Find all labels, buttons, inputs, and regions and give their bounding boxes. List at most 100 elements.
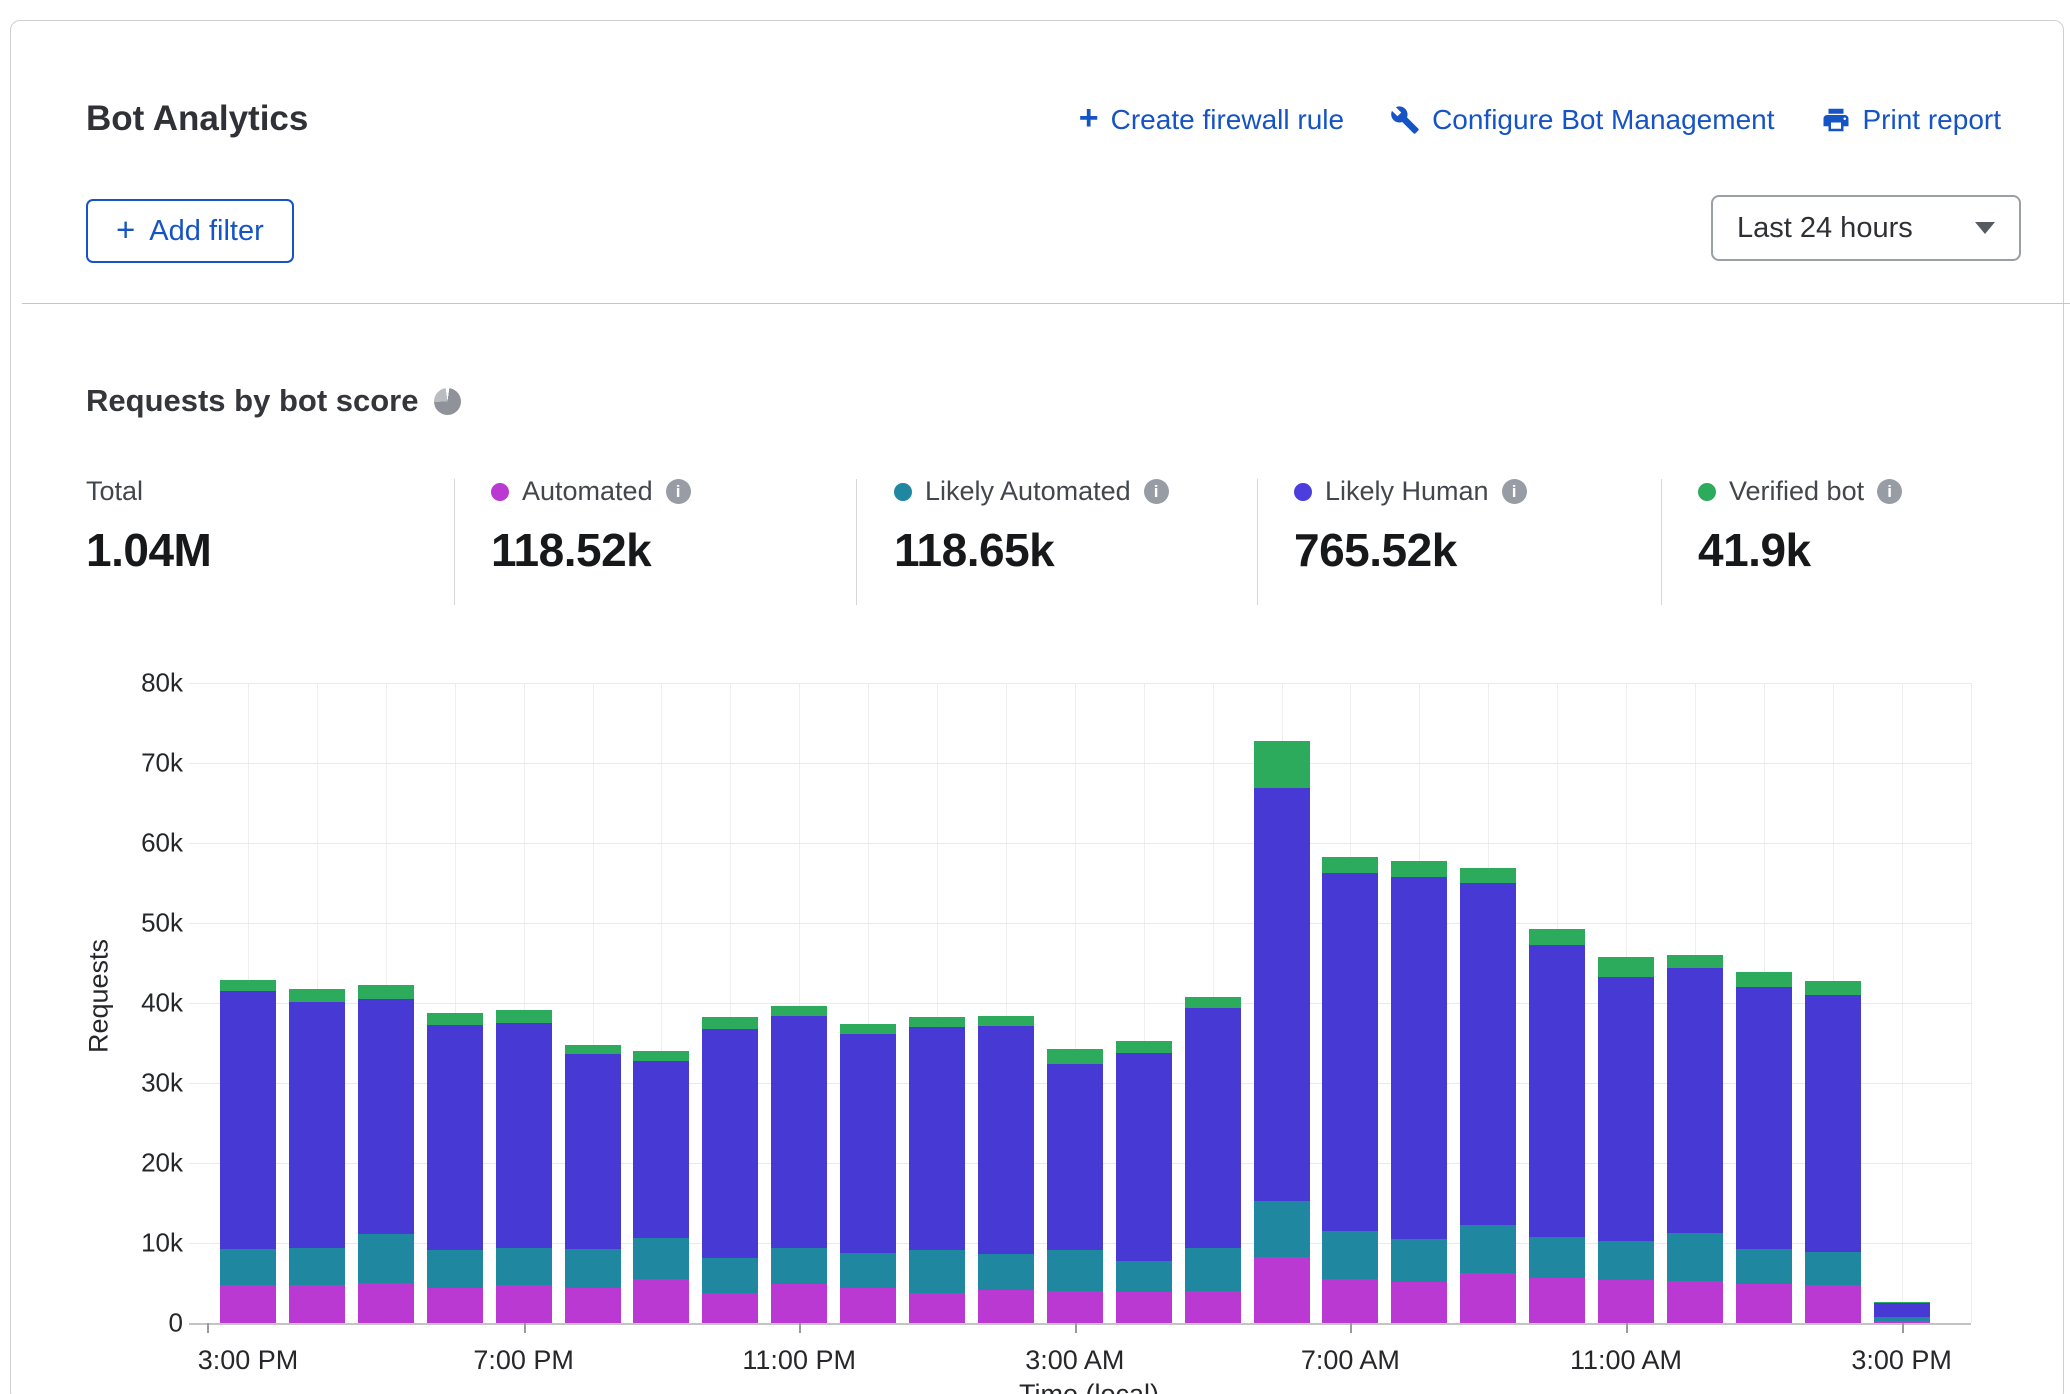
bar-segment-likely-automated[interactable] xyxy=(1047,1250,1103,1291)
bar-segment-verified-bot[interactable] xyxy=(1598,957,1654,978)
info-icon[interactable]: i xyxy=(666,479,691,504)
bar-segment-verified-bot[interactable] xyxy=(1116,1041,1172,1053)
bar-segment-automated[interactable] xyxy=(1598,1280,1654,1323)
bar-segment-likely-human[interactable] xyxy=(1874,1303,1930,1317)
bar-segment-likely-automated[interactable] xyxy=(1185,1248,1241,1291)
bar-segment-automated[interactable] xyxy=(1047,1291,1103,1323)
bar-segment-automated[interactable] xyxy=(1116,1292,1172,1323)
bar-segment-likely-automated[interactable] xyxy=(358,1234,414,1283)
bar-segment-verified-bot[interactable] xyxy=(1391,861,1447,877)
bar-segment-likely-human[interactable] xyxy=(220,991,276,1249)
bar-segment-verified-bot[interactable] xyxy=(633,1051,689,1061)
bar-segment-verified-bot[interactable] xyxy=(771,1006,827,1016)
bar-segment-automated[interactable] xyxy=(702,1293,758,1323)
bar-segment-likely-automated[interactable] xyxy=(427,1250,483,1288)
bar-segment-automated[interactable] xyxy=(1185,1291,1241,1323)
bar-segment-verified-bot[interactable] xyxy=(427,1013,483,1025)
info-icon[interactable]: i xyxy=(1144,479,1169,504)
bar-segment-likely-automated[interactable] xyxy=(1529,1237,1585,1278)
bar-segment-automated[interactable] xyxy=(427,1288,483,1323)
bar-segment-likely-automated[interactable] xyxy=(289,1248,345,1286)
bar-segment-automated[interactable] xyxy=(289,1285,345,1323)
bar-segment-verified-bot[interactable] xyxy=(1254,741,1310,788)
bar-segment-verified-bot[interactable] xyxy=(978,1016,1034,1026)
bar-segment-likely-automated[interactable] xyxy=(220,1249,276,1285)
bar-segment-likely-human[interactable] xyxy=(496,1023,552,1248)
bar-segment-verified-bot[interactable] xyxy=(840,1024,896,1034)
bar-segment-likely-human[interactable] xyxy=(1529,945,1585,1237)
bar-segment-verified-bot[interactable] xyxy=(496,1010,552,1023)
bar-segment-likely-human[interactable] xyxy=(1598,977,1654,1241)
bar-segment-likely-automated[interactable] xyxy=(1460,1225,1516,1273)
bar-segment-automated[interactable] xyxy=(358,1283,414,1323)
bar-segment-likely-automated[interactable] xyxy=(1254,1201,1310,1257)
bar-segment-verified-bot[interactable] xyxy=(1874,1302,1930,1303)
bar-segment-likely-automated[interactable] xyxy=(1391,1239,1447,1282)
bar-segment-likely-automated[interactable] xyxy=(702,1258,758,1292)
bar-segment-verified-bot[interactable] xyxy=(1529,929,1585,946)
bar-segment-verified-bot[interactable] xyxy=(1460,868,1516,883)
bar-segment-verified-bot[interactable] xyxy=(702,1017,758,1029)
bar-segment-likely-human[interactable] xyxy=(1047,1064,1103,1250)
bar-segment-automated[interactable] xyxy=(1805,1285,1861,1323)
bar-segment-likely-automated[interactable] xyxy=(496,1248,552,1285)
bar-segment-likely-human[interactable] xyxy=(1254,788,1310,1201)
bar-segment-verified-bot[interactable] xyxy=(289,989,345,1003)
bar-segment-verified-bot[interactable] xyxy=(1805,981,1861,995)
bar-segment-automated[interactable] xyxy=(220,1285,276,1323)
bar-segment-automated[interactable] xyxy=(1529,1278,1585,1323)
bar-segment-automated[interactable] xyxy=(1736,1284,1792,1323)
bar-segment-automated[interactable] xyxy=(1391,1282,1447,1323)
bar-segment-likely-automated[interactable] xyxy=(1736,1249,1792,1283)
bar-segment-automated[interactable] xyxy=(909,1293,965,1323)
add-filter-button[interactable]: + Add filter xyxy=(86,199,294,263)
bar-segment-automated[interactable] xyxy=(1254,1257,1310,1323)
bar-segment-likely-human[interactable] xyxy=(1322,873,1378,1231)
bar-segment-automated[interactable] xyxy=(1874,1321,1930,1323)
print-report-link[interactable]: Print report xyxy=(1821,104,2002,136)
bar-segment-likely-automated[interactable] xyxy=(840,1253,896,1288)
bar-segment-likely-human[interactable] xyxy=(358,999,414,1234)
configure-bot-management-link[interactable]: Configure Bot Management xyxy=(1390,104,1774,136)
bar-segment-likely-automated[interactable] xyxy=(1598,1241,1654,1279)
bar-segment-verified-bot[interactable] xyxy=(1047,1049,1103,1064)
bar-segment-verified-bot[interactable] xyxy=(358,985,414,999)
bar-segment-likely-automated[interactable] xyxy=(1667,1233,1723,1281)
bar-segment-likely-human[interactable] xyxy=(1185,1008,1241,1248)
info-icon[interactable]: i xyxy=(1877,479,1902,504)
bar-segment-automated[interactable] xyxy=(978,1290,1034,1323)
bar-segment-likely-automated[interactable] xyxy=(1116,1261,1172,1292)
bar-segment-likely-human[interactable] xyxy=(289,1002,345,1248)
bar-segment-likely-automated[interactable] xyxy=(565,1249,621,1287)
bar-segment-likely-human[interactable] xyxy=(1116,1053,1172,1260)
bar-segment-likely-human[interactable] xyxy=(565,1054,621,1249)
bar-segment-likely-human[interactable] xyxy=(771,1016,827,1248)
bar-segment-likely-automated[interactable] xyxy=(1874,1317,1930,1320)
bar-segment-automated[interactable] xyxy=(633,1279,689,1323)
bar-segment-verified-bot[interactable] xyxy=(565,1045,621,1054)
bar-segment-likely-human[interactable] xyxy=(702,1029,758,1258)
bar-segment-likely-automated[interactable] xyxy=(909,1250,965,1292)
bar-segment-likely-human[interactable] xyxy=(1667,968,1723,1234)
bar-segment-likely-automated[interactable] xyxy=(633,1238,689,1279)
bar-segment-likely-human[interactable] xyxy=(1736,987,1792,1249)
bar-segment-likely-human[interactable] xyxy=(1805,995,1861,1252)
bar-segment-verified-bot[interactable] xyxy=(1667,955,1723,968)
bar-segment-likely-automated[interactable] xyxy=(771,1248,827,1284)
bar-segment-automated[interactable] xyxy=(1322,1279,1378,1323)
bar-segment-likely-automated[interactable] xyxy=(978,1254,1034,1290)
bar-segment-automated[interactable] xyxy=(1667,1281,1723,1323)
bar-segment-likely-human[interactable] xyxy=(1460,883,1516,1225)
bar-segment-verified-bot[interactable] xyxy=(1322,857,1378,872)
bar-segment-likely-human[interactable] xyxy=(633,1061,689,1238)
bar-segment-verified-bot[interactable] xyxy=(1185,997,1241,1008)
bar-segment-automated[interactable] xyxy=(1460,1273,1516,1323)
bar-segment-likely-automated[interactable] xyxy=(1805,1252,1861,1286)
time-range-select[interactable]: Last 24 hours xyxy=(1711,195,2021,261)
bar-segment-verified-bot[interactable] xyxy=(909,1017,965,1027)
bar-segment-likely-automated[interactable] xyxy=(1322,1231,1378,1279)
bar-segment-likely-human[interactable] xyxy=(909,1027,965,1250)
bar-segment-verified-bot[interactable] xyxy=(220,980,276,991)
bar-segment-automated[interactable] xyxy=(496,1285,552,1323)
create-firewall-rule-link[interactable]: + Create firewall rule xyxy=(1079,103,1344,137)
